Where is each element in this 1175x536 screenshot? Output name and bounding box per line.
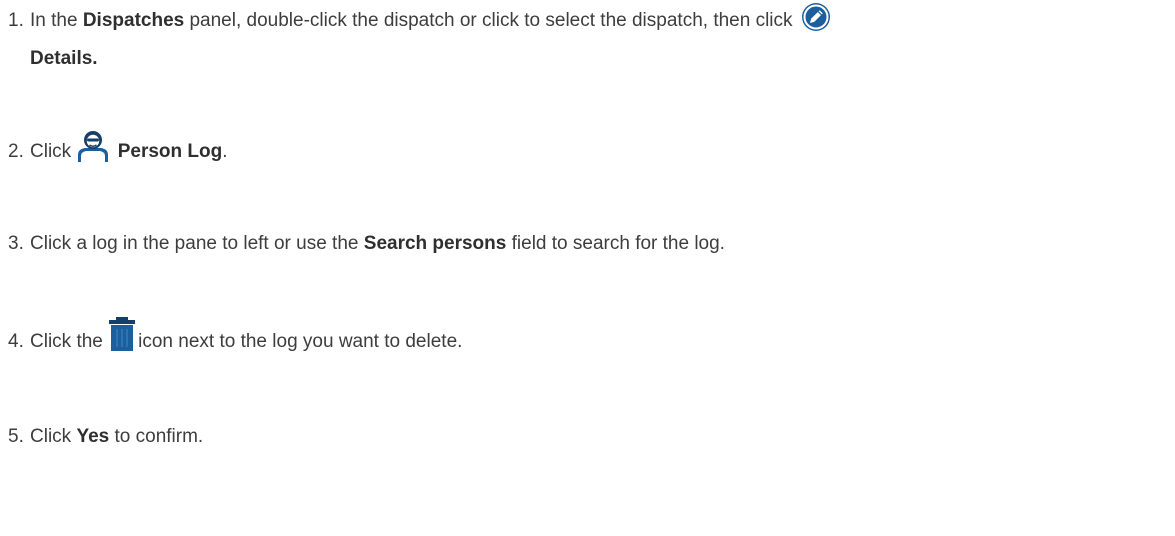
step-text: Click Yes to confirm.: [30, 418, 1170, 456]
step-text-pre: Click the: [30, 331, 109, 352]
step-number: 2.: [8, 141, 24, 162]
trash-delete-icon: [108, 316, 136, 351]
step-text-line-2: Details.: [30, 40, 98, 78]
step-text: Click Person Log.: [30, 128, 1170, 171]
step-number: 1.: [8, 10, 24, 31]
person-log-label: Person Log: [117, 141, 223, 162]
step-text-post: .: [222, 141, 228, 162]
step-text-post: icon next to the log you want to delete.: [138, 331, 463, 352]
pencil-edit-icon: [801, 2, 831, 32]
person-log-icon: [76, 128, 111, 163]
details-label: Details.: [30, 48, 98, 69]
step-text-mid: panel, double-click the dispatch or clic…: [184, 10, 798, 31]
search-persons-label: Search persons: [363, 233, 507, 254]
step-text-post: to confirm.: [109, 426, 204, 447]
step-text: In the Dispatches panel, double-click th…: [30, 2, 1170, 69]
step-text-pre: In the: [30, 10, 83, 31]
step-text-pre: Click: [30, 426, 77, 447]
step-text-post: field to search for the log.: [506, 233, 725, 254]
yes-label: Yes: [76, 426, 110, 447]
dispatches-panel-label: Dispatches: [82, 10, 185, 31]
step-number: 4.: [8, 331, 24, 352]
step-text: Click the icon next to the log you want …: [30, 316, 1170, 361]
step-text: Click a log in the pane to left or use t…: [30, 225, 1170, 263]
step-number: 5.: [8, 426, 24, 447]
step-text-pre: Click: [30, 141, 77, 162]
step-number: 3.: [8, 233, 24, 254]
step-text-pre: Click a log in the pane to left or use t…: [30, 233, 364, 254]
